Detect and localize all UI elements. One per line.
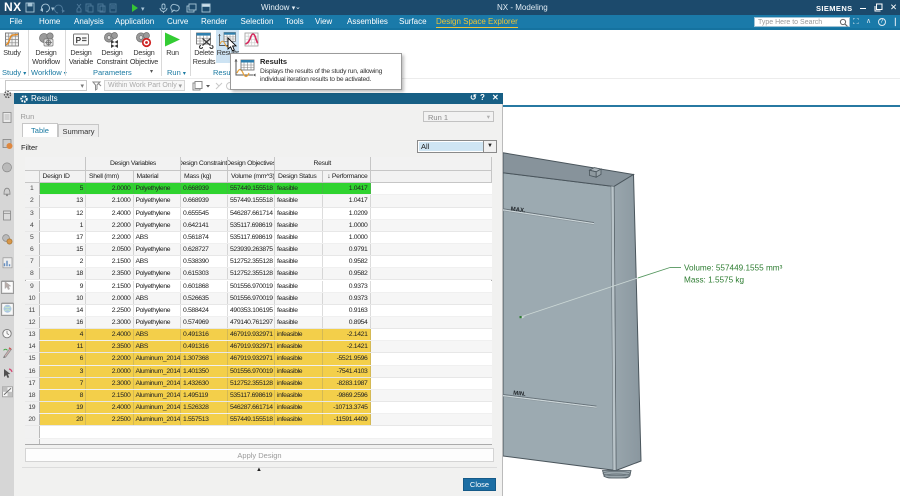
svg-text:P: P — [76, 34, 82, 44]
svg-text:▾: ▾ — [141, 6, 145, 13]
svg-text:Volume: 557449.1555 mm³: Volume: 557449.1555 mm³ — [684, 263, 783, 272]
svg-text:Mass: 1.5575 kg: Mass: 1.5575 kg — [684, 275, 745, 284]
